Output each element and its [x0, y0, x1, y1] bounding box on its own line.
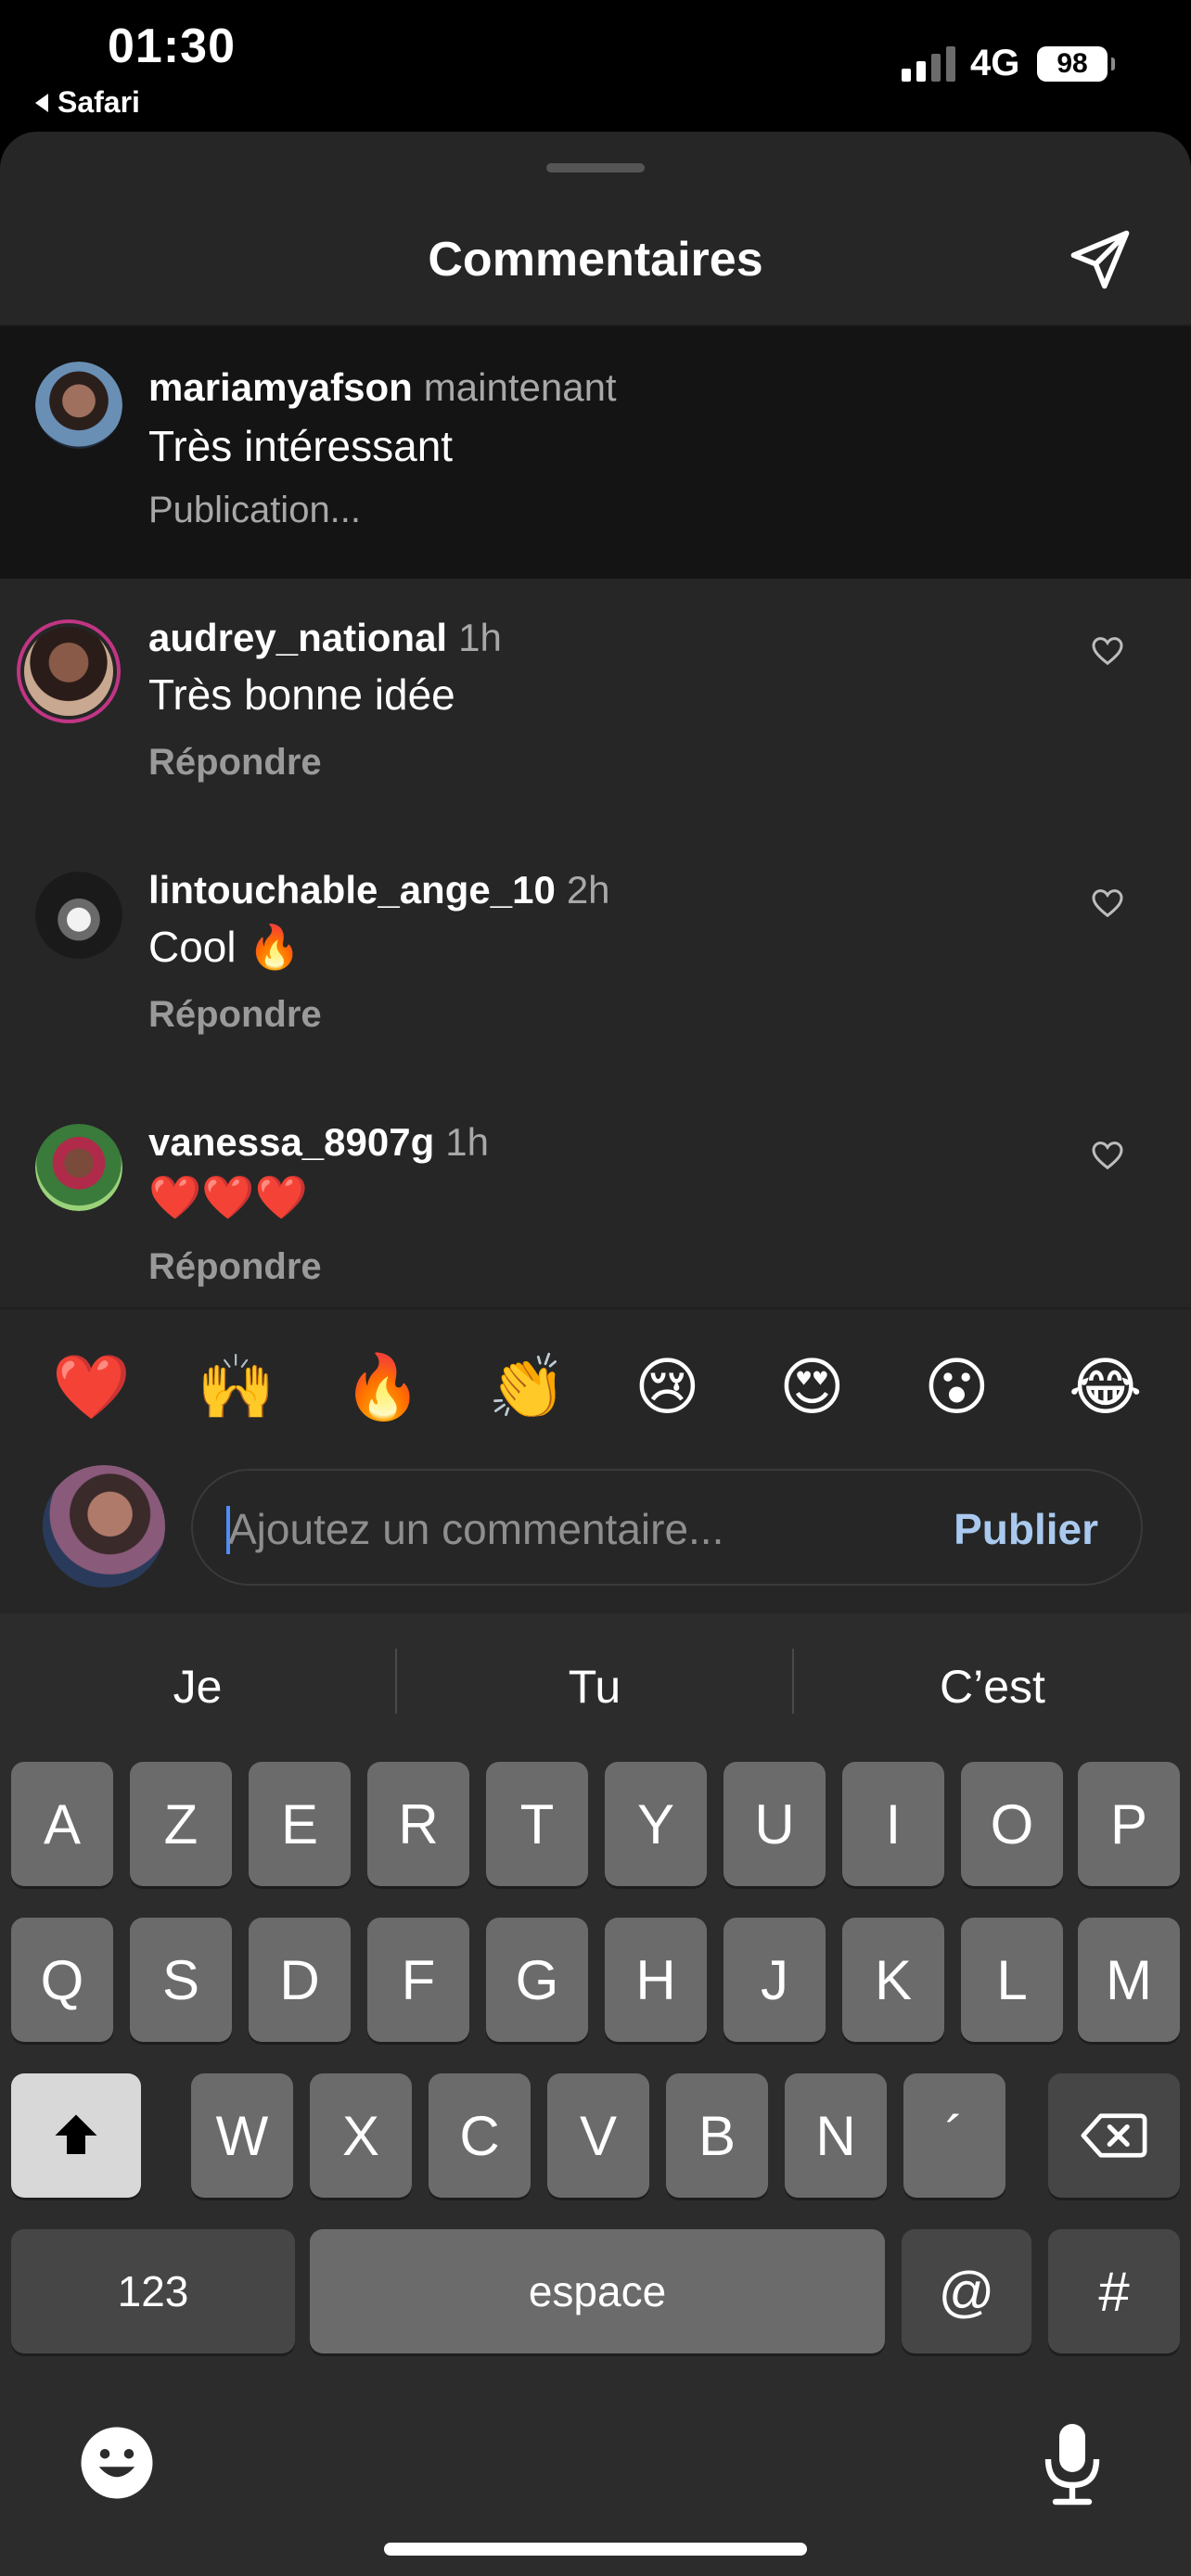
numbers-key[interactable]: 123 — [11, 2229, 295, 2353]
network-type: 4G — [970, 43, 1020, 83]
backspace-icon — [1081, 2113, 1147, 2158]
reaction-heart[interactable]: ❤️ — [52, 1350, 131, 1424]
username[interactable]: vanessa_8907g — [148, 1120, 434, 1164]
comment-text: Très intéressant — [148, 422, 454, 470]
reaction-clap[interactable]: 👏 — [488, 1350, 567, 1424]
avatar[interactable] — [17, 619, 121, 723]
send-icon[interactable] — [1065, 224, 1135, 295]
comment-composer: Ajoutez un commentaire... Publier — [0, 1447, 1191, 1613]
heart-icon[interactable] — [1089, 632, 1126, 670]
heart-icon[interactable] — [1089, 1137, 1126, 1174]
backspace-key[interactable] — [1048, 2073, 1180, 2198]
key-o[interactable]: O — [961, 1762, 1063, 1886]
comment-item[interactable]: lintouchable_ange_10 2h Cool 🔥 Répondre — [0, 831, 1191, 1083]
key-p[interactable]: P — [1078, 1762, 1180, 1886]
comment-time: 2h — [566, 868, 610, 912]
comment-item-pending[interactable]: mariamyafson maintenant Très intéressant … — [0, 326, 1191, 579]
cellular-signal-icon — [902, 46, 955, 82]
shift-icon — [55, 2114, 97, 2154]
comment-text: ❤️❤️❤️ — [148, 1173, 308, 1221]
key-d[interactable]: D — [249, 1918, 351, 2042]
key-l[interactable]: L — [961, 1918, 1063, 2042]
back-to-app-link[interactable]: Safari — [35, 85, 140, 120]
hash-key[interactable]: # — [1048, 2229, 1180, 2353]
key-j[interactable]: J — [724, 1918, 826, 2042]
home-indicator[interactable] — [384, 2543, 807, 2556]
reaction-crying[interactable]: 😢 — [634, 1350, 700, 1424]
avatar[interactable] — [35, 1124, 122, 1211]
suggestion-1[interactable]: Je — [0, 1647, 395, 1727]
space-key[interactable]: espace — [310, 2229, 885, 2353]
key-i[interactable]: I — [842, 1762, 944, 1886]
key-e[interactable]: E — [249, 1762, 351, 1886]
reaction-fire[interactable]: 🔥 — [343, 1350, 422, 1424]
key-acute-accent[interactable]: ´ — [903, 2073, 1005, 2198]
key-q[interactable]: Q — [11, 1918, 113, 2042]
reaction-surprised[interactable]: 😮 — [924, 1350, 990, 1424]
key-m[interactable]: M — [1078, 1918, 1180, 2042]
battery-icon: 98 — [1037, 46, 1115, 82]
microphone-icon[interactable] — [1041, 2420, 1104, 2509]
key-c[interactable]: C — [429, 2073, 531, 2198]
key-a[interactable]: A — [11, 1762, 113, 1886]
status-bar: 01:30 Safari 4G 98 — [0, 0, 1191, 130]
comment-text: Très bonne idée — [148, 670, 455, 719]
comment-input[interactable]: Ajoutez un commentaire... Publier — [191, 1469, 1143, 1586]
comment-time: 1h — [458, 616, 502, 659]
status-time: 01:30 — [108, 19, 236, 73]
suggestion-2[interactable]: Tu — [397, 1647, 792, 1727]
comment-time: maintenant — [423, 365, 617, 409]
key-n[interactable]: N — [785, 2073, 887, 2198]
avatar[interactable] — [35, 872, 122, 959]
emoji-keyboard-icon[interactable] — [78, 2424, 156, 2502]
key-s[interactable]: S — [130, 1918, 232, 2042]
key-x[interactable]: X — [310, 2073, 412, 2198]
comment-item[interactable]: audrey_national 1h Très bonne idée Répond… — [0, 579, 1191, 831]
key-t[interactable]: T — [486, 1762, 588, 1886]
avatar[interactable] — [35, 362, 122, 449]
reaction-heart-eyes[interactable]: 😍 — [779, 1350, 845, 1424]
sheet-grabber[interactable] — [546, 163, 645, 172]
reply-button[interactable]: Répondre — [148, 994, 322, 1036]
key-r[interactable]: R — [367, 1762, 469, 1886]
posting-status: Publication... — [148, 490, 362, 530]
key-w[interactable]: W — [191, 2073, 293, 2198]
comment-author[interactable]: mariamyafson maintenant — [148, 365, 617, 410]
key-f[interactable]: F — [367, 1918, 469, 2042]
comment-text: Cool 🔥 — [148, 923, 301, 971]
reply-button[interactable]: Répondre — [148, 742, 322, 784]
key-h[interactable]: H — [605, 1918, 707, 2042]
keyboard: Je Tu C’est A Z E R T Y U I O P Q S D F … — [0, 1613, 1191, 2576]
reaction-raised-hands[interactable]: 🙌 — [197, 1350, 275, 1424]
comment-time: 1h — [445, 1120, 489, 1164]
comment-author[interactable]: lintouchable_ange_10 2h — [148, 868, 610, 912]
publish-button[interactable]: Publier — [954, 1504, 1098, 1554]
suggestion-3[interactable]: C’est — [794, 1647, 1191, 1727]
back-app-label: Safari — [58, 85, 140, 119]
key-u[interactable]: U — [724, 1762, 826, 1886]
username[interactable]: audrey_national — [148, 616, 447, 659]
heart-icon[interactable] — [1089, 885, 1126, 922]
at-key[interactable]: @ — [902, 2229, 1031, 2353]
shift-key[interactable] — [11, 2073, 141, 2198]
key-y[interactable]: Y — [605, 1762, 707, 1886]
key-g[interactable]: G — [486, 1918, 588, 2042]
comment-author[interactable]: vanessa_8907g 1h — [148, 1120, 489, 1165]
key-v[interactable]: V — [547, 2073, 649, 2198]
battery-level: 98 — [1057, 48, 1088, 79]
key-b[interactable]: B — [666, 2073, 768, 2198]
username[interactable]: lintouchable_ange_10 — [148, 868, 556, 912]
reaction-laughing[interactable]: 😂 — [1069, 1350, 1142, 1424]
comment-input-placeholder: Ajoutez un commentaire... — [228, 1505, 724, 1553]
reply-button[interactable]: Répondre — [148, 1246, 322, 1288]
comment-author[interactable]: audrey_national 1h — [148, 616, 502, 660]
current-user-avatar — [43, 1465, 165, 1588]
username[interactable]: mariamyafson — [148, 365, 413, 409]
back-arrow-icon — [35, 93, 48, 112]
key-z[interactable]: Z — [130, 1762, 232, 1886]
comment-item[interactable]: vanessa_8907g 1h ❤️❤️❤️ Répondre — [0, 1083, 1191, 1306]
sheet-title: Commentaires — [428, 233, 763, 287]
key-k[interactable]: K — [842, 1918, 944, 2042]
